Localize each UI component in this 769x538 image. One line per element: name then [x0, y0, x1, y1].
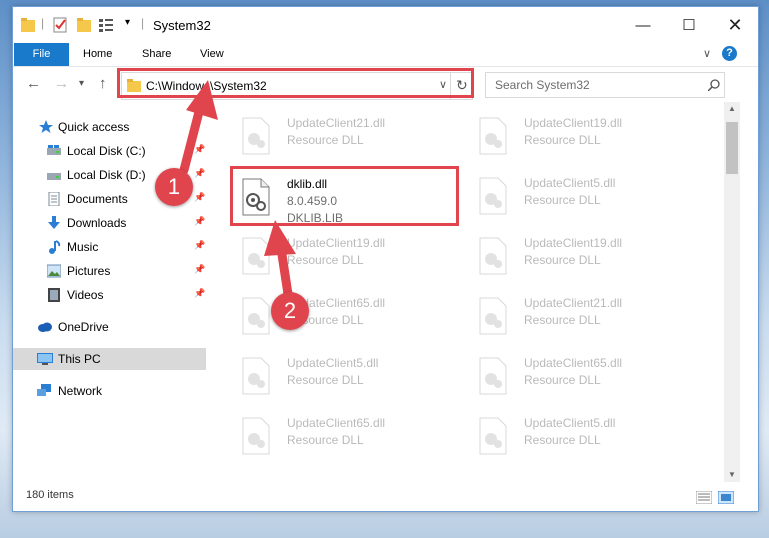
annotation-arrows	[179, 80, 296, 299]
step-1-badge: 1	[155, 168, 193, 206]
step-2-badge: 2	[271, 292, 309, 330]
